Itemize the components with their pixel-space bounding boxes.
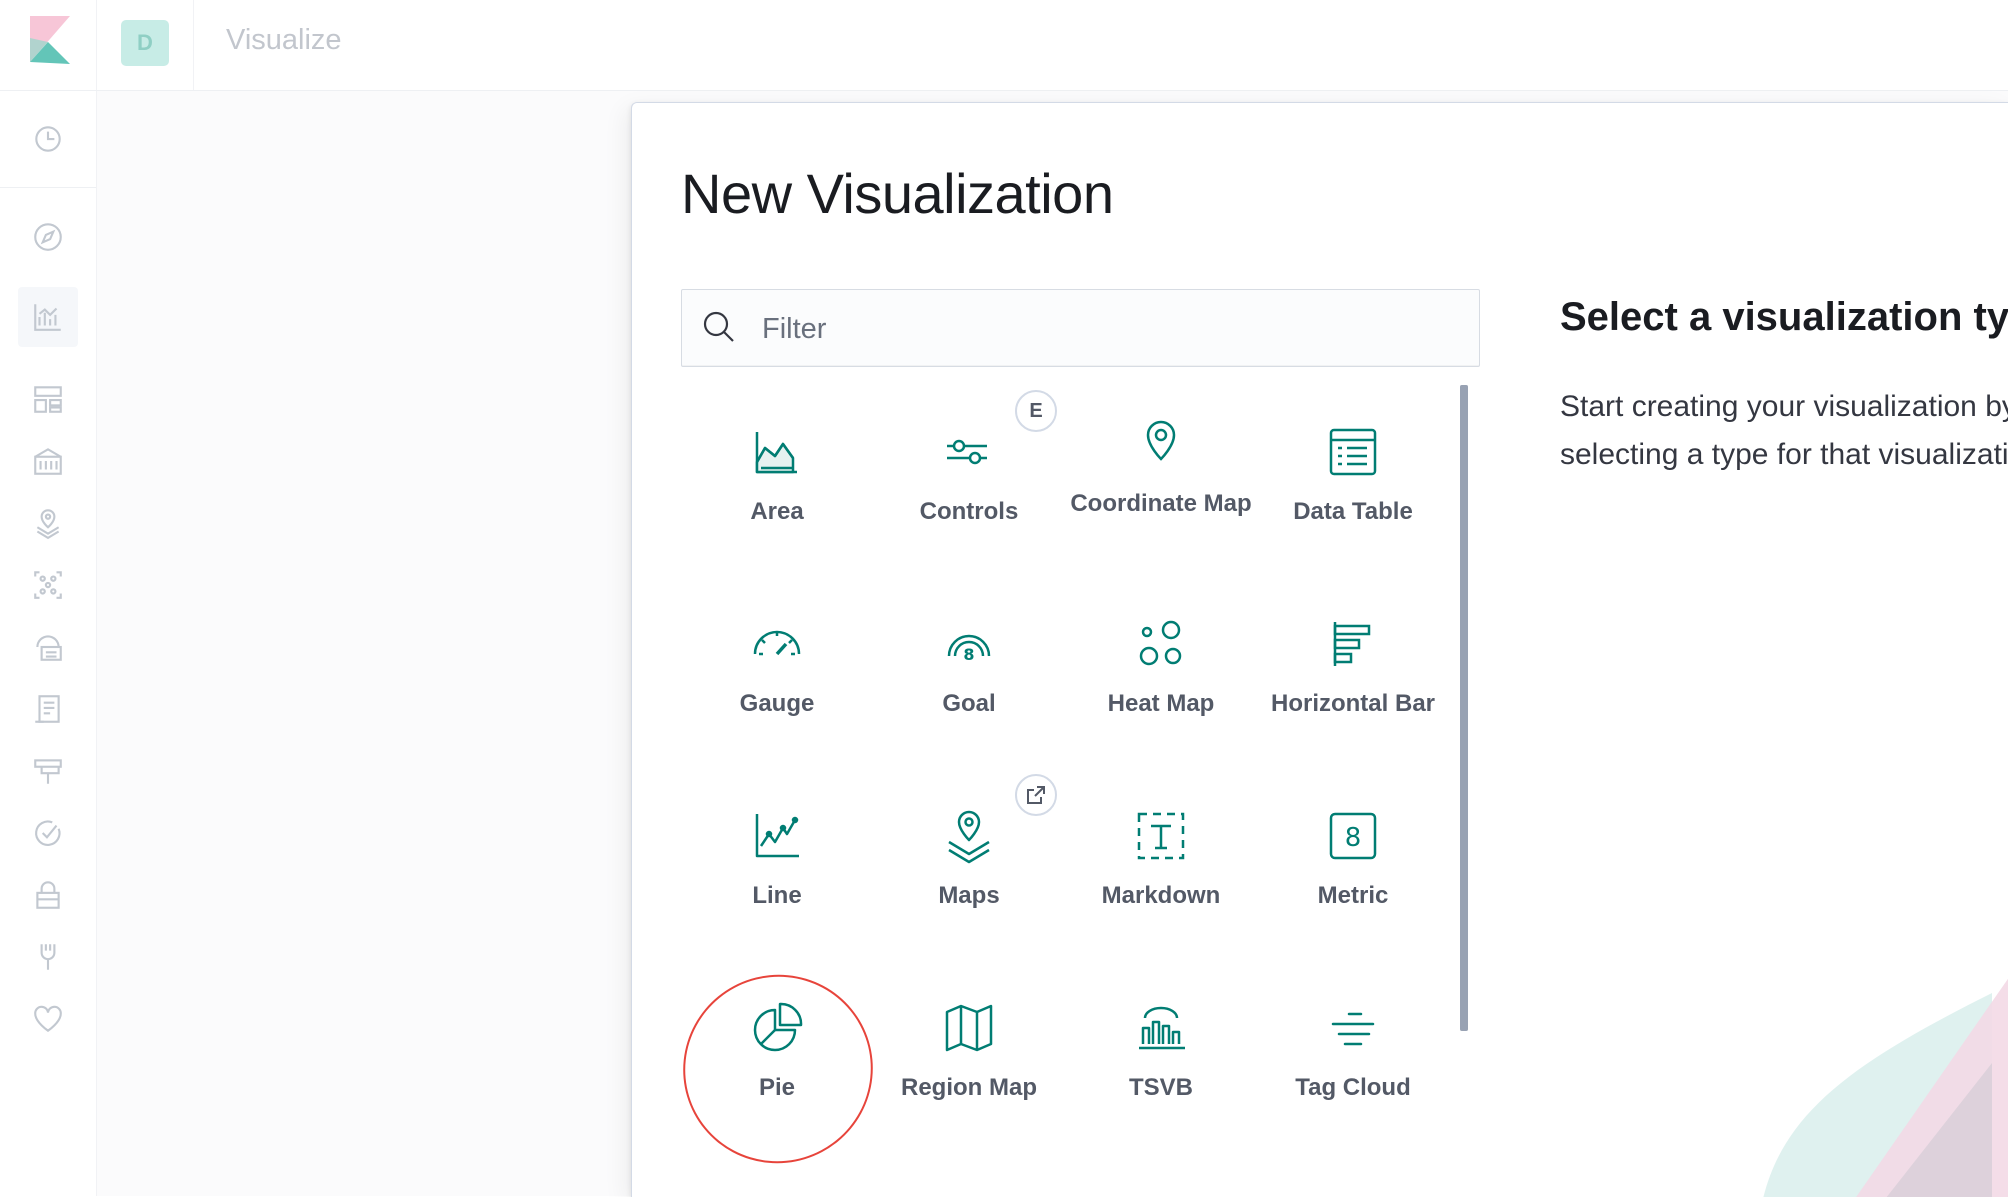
controls-icon (941, 424, 997, 480)
header-divider (96, 0, 97, 90)
recent-clock-icon[interactable] (28, 119, 68, 159)
tsvb-icon (1133, 1000, 1189, 1056)
filter-search-box[interactable] (681, 289, 1480, 367)
maps-nav-icon[interactable] (28, 503, 68, 543)
horizontal-bar-icon (1325, 616, 1381, 672)
vis-type-tag-cloud[interactable]: Tag Cloud (1257, 956, 1449, 1148)
gauge-icon (749, 616, 805, 672)
uptime-icon[interactable] (28, 813, 68, 853)
vis-type-markdown[interactable]: Markdown (1065, 764, 1257, 956)
vis-type-line[interactable]: Line (681, 764, 873, 956)
side-nav (0, 91, 97, 1196)
line-chart-icon (749, 808, 805, 864)
monitoring-heart-icon[interactable] (28, 999, 68, 1039)
goal-icon: 8 (941, 616, 997, 672)
description-text: Start creating your visualization by sel… (1560, 390, 2008, 471)
tag-cloud-icon (1325, 1000, 1381, 1056)
description-title: Select a visualization type (1560, 295, 2008, 339)
vis-type-label: Tag Cloud (1295, 1074, 1411, 1101)
vis-type-label: Goal (942, 690, 996, 717)
region-map-icon (941, 1000, 997, 1056)
vis-type-label: Heat Map (1107, 690, 1215, 717)
discover-compass-icon[interactable] (28, 217, 68, 257)
grid-scrollbar-thumb[interactable] (1460, 385, 1468, 1031)
kibana-logo-icon[interactable] (30, 16, 70, 64)
vis-type-area[interactable]: Area (681, 380, 873, 572)
vis-type-label: TSVB (1128, 1074, 1193, 1101)
vis-type-goal[interactable]: 8 Goal (873, 572, 1065, 764)
vis-type-label: Gauge (739, 690, 815, 717)
vis-type-metric[interactable]: 8 Metric (1257, 764, 1449, 956)
vis-type-maps[interactable]: Maps (873, 764, 1065, 956)
vis-type-label: Horizontal Bar (1270, 690, 1435, 717)
experimental-badge: E (1015, 390, 1057, 432)
dashboard-icon[interactable] (28, 379, 68, 419)
visualize-icon[interactable] (18, 287, 78, 347)
vis-type-label: Data Table (1293, 498, 1413, 525)
vis-type-label: Line (752, 882, 802, 909)
ml-icon[interactable] (28, 565, 68, 605)
filter-input[interactable] (760, 300, 1454, 358)
vis-type-label: Markdown (1101, 882, 1221, 909)
vis-type-coordinate-map[interactable]: Coordinate Map (1065, 380, 1257, 572)
area-chart-icon (749, 424, 805, 480)
canvas-icon[interactable] (28, 441, 68, 481)
vis-type-region-map[interactable]: Region Map (873, 956, 1065, 1148)
search-icon (703, 311, 734, 342)
external-link-icon (1015, 774, 1057, 816)
markdown-icon (1133, 808, 1189, 864)
vis-type-label: Coordinate Map (1070, 490, 1252, 517)
vis-type-horizontal-bar[interactable]: Horizontal Bar (1257, 572, 1449, 764)
vis-type-gauge[interactable]: Gauge (681, 572, 873, 764)
maps-icon (941, 808, 997, 864)
vis-type-label: Metric (1317, 882, 1389, 909)
vis-type-label: Pie (758, 1074, 796, 1101)
vis-type-label: Controls (919, 498, 1019, 525)
vis-type-label: Area (750, 498, 804, 525)
vis-type-controls[interactable]: E Controls (873, 380, 1065, 572)
infrastructure-icon[interactable] (28, 627, 68, 667)
new-visualization-modal: New Visualization Area E Controls (631, 102, 2008, 1197)
metric-icon: 8 (1325, 808, 1381, 864)
siem-lock-icon[interactable] (28, 875, 68, 915)
dev-tools-icon[interactable] (28, 937, 68, 977)
vis-type-label: Region Map (901, 1074, 1037, 1101)
vis-type-pie[interactable]: Pie (681, 956, 873, 1148)
vis-type-heat-map[interactable]: Heat Map (1065, 572, 1257, 764)
map-pin-icon (1133, 416, 1189, 472)
svg-text:8: 8 (1345, 823, 1362, 853)
data-table-icon (1325, 424, 1381, 480)
decorative-shapes (1763, 978, 2008, 1197)
vis-type-data-table[interactable]: Data Table (1257, 380, 1449, 572)
pie-chart-icon (749, 1000, 805, 1056)
apm-icon[interactable] (28, 751, 68, 791)
modal-title: New Visualization (681, 162, 1114, 225)
visualization-type-grid: Area E Controls Coordinate Map Data Tabl… (681, 380, 1449, 1197)
top-bar: D Visualize (0, 0, 2008, 91)
heat-map-icon (1133, 616, 1189, 672)
vis-type-tsvb[interactable]: TSVB (1065, 956, 1257, 1148)
vis-type-label: Maps (938, 882, 1000, 909)
app-title: Visualize (226, 24, 342, 56)
logs-icon[interactable] (28, 689, 68, 729)
header-divider (193, 0, 194, 90)
space-avatar[interactable]: D (121, 20, 169, 66)
nav-divider (0, 187, 96, 188)
svg-text:8: 8 (963, 645, 974, 664)
